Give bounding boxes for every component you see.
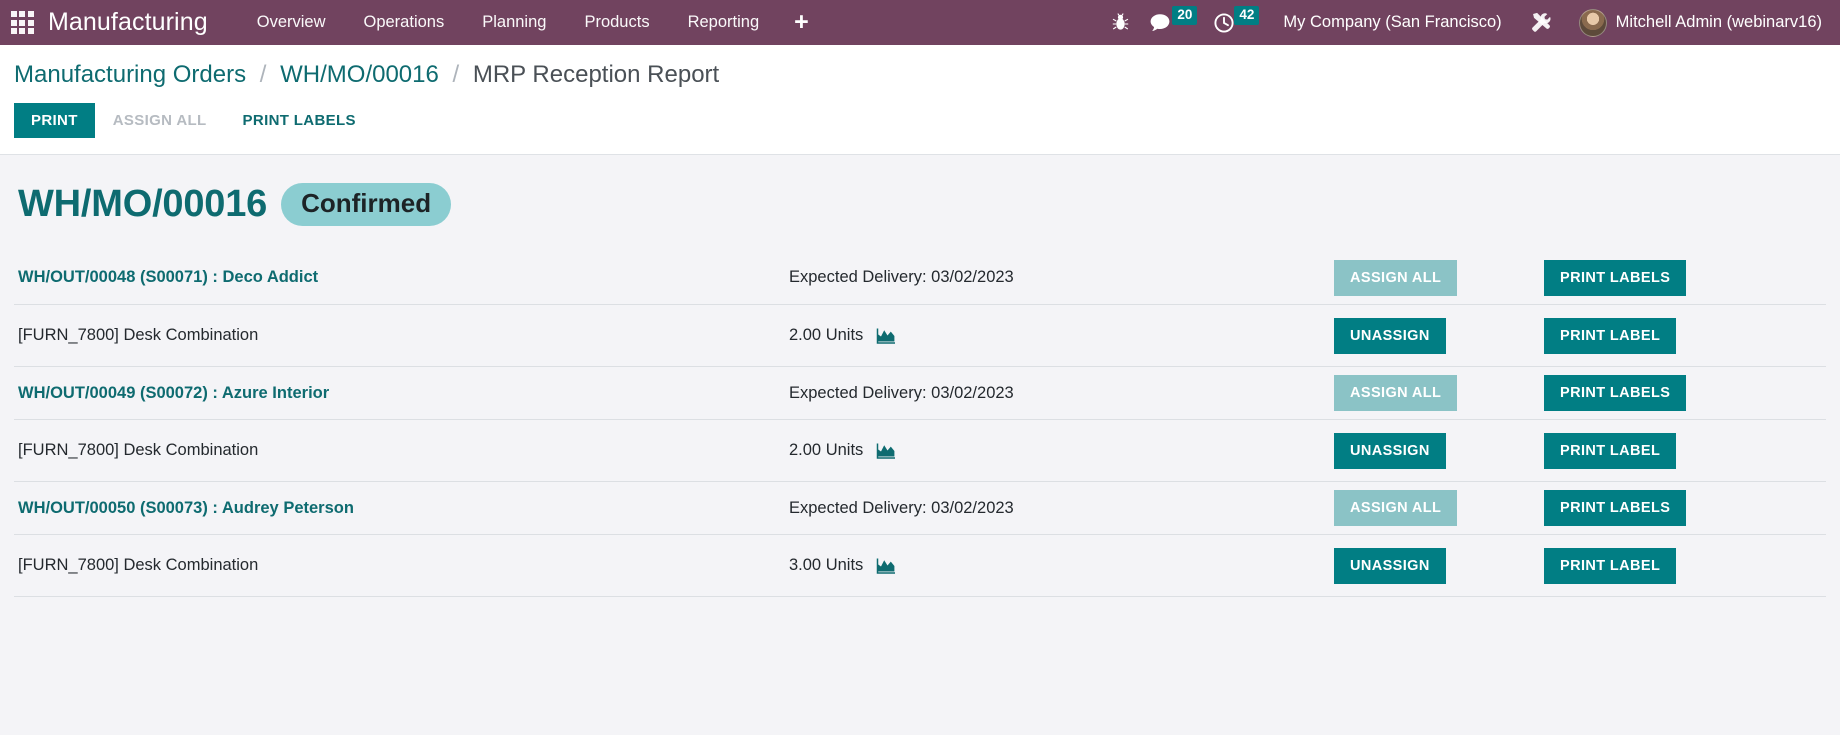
breadcrumb-item-manufacturing-orders[interactable]: Manufacturing Orders <box>14 61 246 88</box>
group-print-labels-cell: PRINT LABELS <box>1544 366 1826 421</box>
line-unassign-cell: UNASSIGN <box>1334 534 1544 598</box>
expected-delivery-cell: Expected Delivery: 03/02/2023 <box>789 251 1334 306</box>
table-row: [FURN_7800] Desk Combination 2.00 Units <box>14 304 1826 368</box>
table-row: [FURN_7800] Desk Combination 2.00 Units <box>14 419 1826 483</box>
picking-link[interactable]: WH/OUT/00050 (S00073) : Audrey Peterson <box>14 499 354 517</box>
group-print-labels-cell: PRINT LABELS <box>1544 481 1826 536</box>
group-assign-all-button[interactable]: ASSIGN ALL <box>1334 259 1458 296</box>
group-print-labels-cell: PRINT LABELS <box>1544 251 1826 306</box>
user-avatar <box>1578 8 1607 37</box>
user-menu[interactable]: Mitchell Admin (webinarv16) <box>1567 8 1826 37</box>
product-name-label: [FURN_7800] Desk Combination <box>18 441 259 460</box>
expected-delivery-cell: Expected Delivery: 03/02/2023 <box>789 481 1334 536</box>
activities-count-badge: 42 <box>1234 6 1260 25</box>
area-chart-icon[interactable] <box>876 557 896 575</box>
line-unassign-cell: UNASSIGN <box>1334 419 1544 483</box>
nav-item-reporting[interactable]: Reporting <box>669 0 779 45</box>
breadcrumb-separator-2: / <box>452 61 460 88</box>
expected-delivery-label: Expected Delivery: 03/02/2023 <box>789 383 1014 402</box>
reception-report-body: WH/OUT/00048 (S00071) : Deco Addict Expe… <box>14 251 1826 598</box>
breadcrumb: Manufacturing Orders / WH/MO/00016 / MRP… <box>0 45 1840 99</box>
breadcrumb-separator-1: / <box>259 61 267 88</box>
product-name-label: [FURN_7800] Desk Combination <box>18 326 259 345</box>
group-assign-all-button[interactable]: ASSIGN ALL <box>1334 490 1458 527</box>
product-name-label: [FURN_7800] Desk Combination <box>18 556 259 575</box>
clock-icon <box>1214 12 1234 33</box>
page-title: WH/MO/00016 <box>18 183 268 226</box>
apps-grid-glyph <box>10 11 34 34</box>
nav-add-button[interactable]: + <box>778 0 825 45</box>
line-print-label-cell: PRINT LABEL <box>1544 304 1826 368</box>
area-chart-icon[interactable] <box>876 442 896 460</box>
print-button[interactable]: PRINT <box>14 103 95 138</box>
group-print-labels-button[interactable]: PRINT LABELS <box>1544 490 1687 527</box>
table-row-group-header: WH/OUT/00050 (S00073) : Audrey Peterson … <box>14 481 1826 536</box>
nav-item-products[interactable]: Products <box>565 0 668 45</box>
quantity-cell: 3.00 Units <box>789 534 1334 598</box>
wrench-screwdriver-icon[interactable] <box>1516 0 1567 45</box>
unassign-button[interactable]: UNASSIGN <box>1334 317 1446 354</box>
nav-item-operations[interactable]: Operations <box>345 0 464 45</box>
line-print-label-cell: PRINT LABEL <box>1544 534 1826 598</box>
area-chart-icon[interactable] <box>876 327 896 345</box>
table-row-group-header: WH/OUT/00048 (S00071) : Deco Addict Expe… <box>14 251 1826 306</box>
document-title-row: WH/MO/00016 Confirmed <box>14 155 1826 252</box>
picking-link[interactable]: WH/OUT/00048 (S00071) : Deco Addict <box>14 268 318 286</box>
product-cell: [FURN_7800] Desk Combination <box>14 534 789 598</box>
product-cell: [FURN_7800] Desk Combination <box>14 304 789 368</box>
unassign-button[interactable]: UNASSIGN <box>1334 547 1446 584</box>
group-assign-all-cell: ASSIGN ALL <box>1334 251 1544 306</box>
picking-link[interactable]: WH/OUT/00049 (S00072) : Azure Interior <box>14 384 329 402</box>
apps-grid-icon[interactable] <box>6 0 38 45</box>
line-print-label-cell: PRINT LABEL <box>1544 419 1826 483</box>
report-page: WH/MO/00016 Confirmed WH/OUT/00048 (S000… <box>0 155 1840 732</box>
quantity-label: 2.00 Units <box>789 441 864 460</box>
picking-cell: WH/OUT/00048 (S00071) : Deco Addict <box>14 251 789 306</box>
group-print-labels-button[interactable]: PRINT LABELS <box>1544 259 1687 296</box>
group-assign-all-cell: ASSIGN ALL <box>1334 481 1544 536</box>
breadcrumb-item-wh-mo-00016[interactable]: WH/MO/00016 <box>280 61 439 88</box>
group-assign-all-button[interactable]: ASSIGN ALL <box>1334 375 1458 412</box>
product-cell: [FURN_7800] Desk Combination <box>14 419 789 483</box>
action-bar: PRINT ASSIGN ALL PRINT LABELS <box>0 99 1840 155</box>
navbar-right-group: 20 42 My Company (San Francisco) Mitchel… <box>1098 0 1826 45</box>
picking-cell: WH/OUT/00049 (S00072) : Azure Interior <box>14 366 789 421</box>
breadcrumb-item-mrp-reception-report: MRP Reception Report <box>472 61 720 88</box>
user-name-label: Mitchell Admin (webinarv16) <box>1615 13 1822 31</box>
nav-item-overview[interactable]: Overview <box>238 0 345 45</box>
print-labels-button[interactable]: PRINT LABELS <box>225 103 374 138</box>
line-unassign-cell: UNASSIGN <box>1334 304 1544 368</box>
bug-icon[interactable] <box>1098 0 1143 45</box>
status-badge: Confirmed <box>281 183 452 226</box>
group-assign-all-cell: ASSIGN ALL <box>1334 366 1544 421</box>
print-label-button[interactable]: PRINT LABEL <box>1544 547 1677 584</box>
unassign-button[interactable]: UNASSIGN <box>1334 432 1446 469</box>
print-label-button[interactable]: PRINT LABEL <box>1544 317 1677 354</box>
table-row-group-header: WH/OUT/00049 (S00072) : Azure Interior E… <box>14 366 1826 421</box>
quantity-cell: 2.00 Units <box>789 419 1334 483</box>
expected-delivery-label: Expected Delivery: 03/02/2023 <box>789 268 1014 287</box>
app-brand-manufacturing[interactable]: Manufacturing <box>48 8 208 37</box>
activities-counter[interactable]: 42 <box>1207 0 1269 45</box>
print-label-button[interactable]: PRINT LABEL <box>1544 432 1677 469</box>
messages-counter[interactable]: 20 <box>1143 0 1207 45</box>
company-switcher[interactable]: My Company (San Francisco) <box>1269 13 1515 32</box>
assign-all-button[interactable]: ASSIGN ALL <box>95 103 225 138</box>
messages-count-badge: 20 <box>1172 6 1198 25</box>
chat-bubble-icon <box>1150 13 1170 31</box>
expected-delivery-cell: Expected Delivery: 03/02/2023 <box>789 366 1334 421</box>
quantity-label: 3.00 Units <box>789 556 864 575</box>
nav-item-planning[interactable]: Planning <box>463 0 565 45</box>
quantity-label: 2.00 Units <box>789 326 864 345</box>
reception-report-table: WH/OUT/00048 (S00071) : Deco Addict Expe… <box>14 251 1826 598</box>
group-print-labels-button[interactable]: PRINT LABELS <box>1544 375 1687 412</box>
quantity-cell: 2.00 Units <box>789 304 1334 368</box>
picking-cell: WH/OUT/00050 (S00073) : Audrey Peterson <box>14 481 789 536</box>
expected-delivery-label: Expected Delivery: 03/02/2023 <box>789 498 1014 517</box>
table-row: [FURN_7800] Desk Combination 3.00 Units <box>14 534 1826 598</box>
top-navbar: Manufacturing Overview Operations Planni… <box>0 0 1840 45</box>
